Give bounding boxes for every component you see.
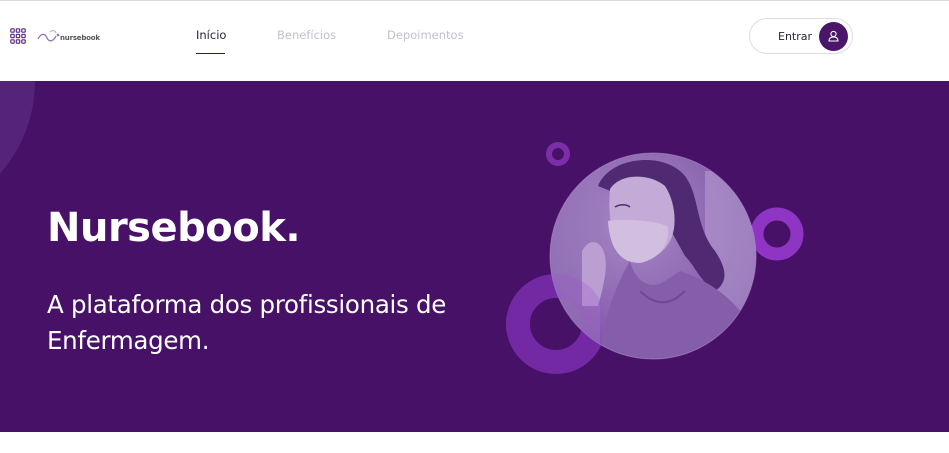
hero-illustration [506, 142, 804, 374]
hero-section: Nursebook. A plataforma dos profissionai… [0, 81, 949, 432]
user-icon-badge [819, 22, 848, 51]
below-hero-area [0, 432, 949, 453]
decorative-arc [0, 81, 35, 221]
login-button-label: Entrar [778, 30, 813, 43]
active-nav-indicator [196, 53, 225, 54]
nav-link-inicio[interactable]: Início [196, 28, 226, 42]
user-icon [828, 30, 839, 42]
decorative-ring-overlay [506, 274, 606, 374]
navbar: nursebook Início Benefícios Depoimentos … [0, 1, 949, 81]
nav-link-beneficios[interactable]: Benefícios [277, 28, 336, 42]
brand-name: nursebook [60, 34, 100, 42]
login-button[interactable]: Entrar [749, 18, 853, 54]
decorative-ring-right [750, 207, 804, 261]
hero-title: Nursebook. [47, 205, 301, 251]
grid-icon[interactable] [10, 28, 26, 44]
hero-subtitle: A plataforma dos profissionais de Enferm… [47, 290, 447, 355]
decorative-ring-small [546, 142, 570, 166]
nav-link-depoimentos[interactable]: Depoimentos [387, 28, 464, 42]
